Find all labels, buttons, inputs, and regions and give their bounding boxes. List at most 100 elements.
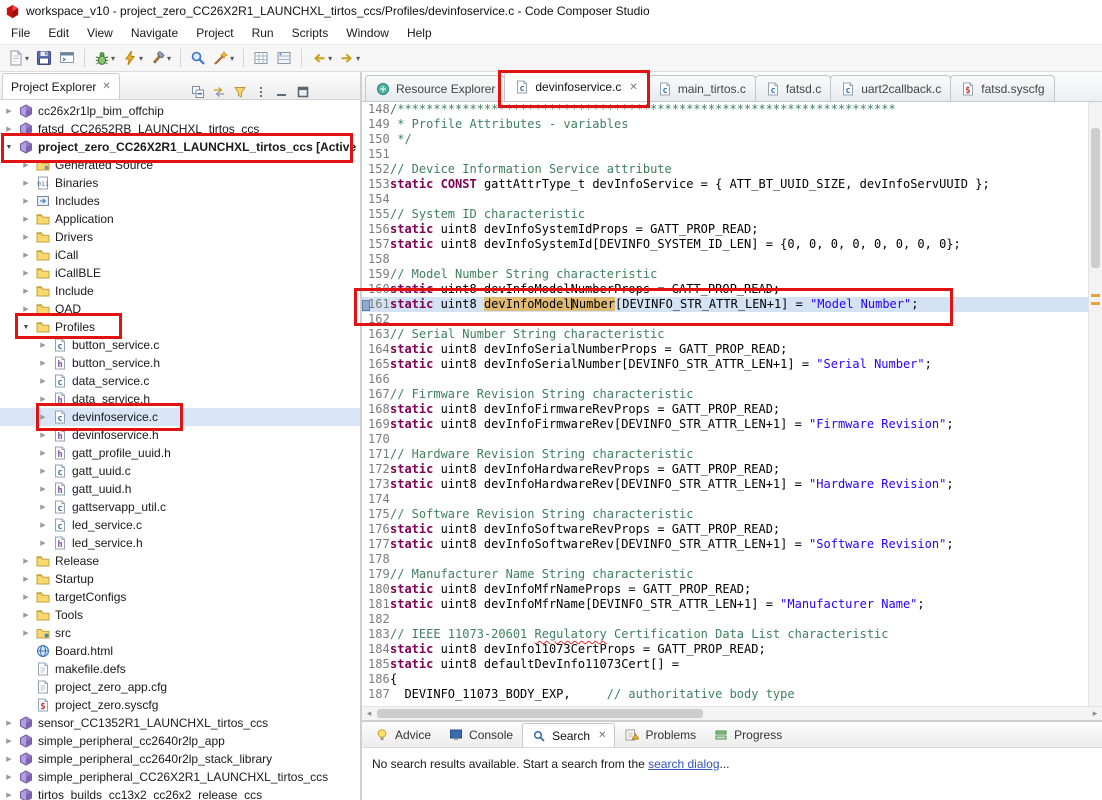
code-line-178[interactable]: 178 — [362, 552, 1088, 567]
collapsed-arrow-icon[interactable]: ▶ — [4, 773, 14, 781]
minimize-icon[interactable] — [275, 85, 289, 99]
tree-item-makefile-defs[interactable]: makefile.defs — [0, 660, 360, 678]
code-line-158[interactable]: 158 — [362, 252, 1088, 267]
code-line-181[interactable]: 181 static uint8 devInfoMfrName[DEVINFO_S… — [362, 597, 1088, 612]
collapse-all-icon[interactable] — [191, 85, 205, 99]
collapsed-arrow-icon[interactable]: ▶ — [21, 215, 31, 223]
tree-item-tools[interactable]: ▶ Tools — [0, 606, 360, 624]
tree-item-devinfoservice-c[interactable]: ▶ c devinfoservice.c — [0, 408, 360, 426]
registers-button[interactable] — [273, 46, 295, 70]
tree-item-data-service-c[interactable]: ▶ c data_service.c — [0, 372, 360, 390]
editor-tab-fatsd-c[interactable]: c fatsd.c — [754, 75, 832, 101]
dropdown-arrow-icon[interactable]: ▾ — [328, 54, 332, 63]
collapsed-arrow-icon[interactable]: ▶ — [38, 395, 48, 403]
code-line-182[interactable]: 182 — [362, 612, 1088, 627]
code-line-171[interactable]: 171// Hardware Revision String character… — [362, 447, 1088, 462]
search-dialog-link[interactable]: search dialog — [648, 757, 719, 771]
collapsed-arrow-icon[interactable]: ▶ — [38, 413, 48, 421]
tree-item-gatt-uuid-h[interactable]: ▶ h gatt_uuid.h — [0, 480, 360, 498]
code-line-150[interactable]: 150 */ — [362, 132, 1088, 147]
tree-item-gattservapp-util-c[interactable]: ▶ c gattservapp_util.c — [0, 498, 360, 516]
collapsed-arrow-icon[interactable]: ▶ — [4, 791, 14, 799]
tree-item-led-service-h[interactable]: ▶ h led_service.h — [0, 534, 360, 552]
code-line-184[interactable]: 184 static uint8 devInfo11073CertProps = … — [362, 642, 1088, 657]
close-icon[interactable]: ✕ — [598, 730, 606, 741]
tree-item-application[interactable]: ▶ Application — [0, 210, 360, 228]
code-line-163[interactable]: 163// Serial Number String characteristi… — [362, 327, 1088, 342]
tree-item-project-zero-app-cfg[interactable]: project_zero_app.cfg — [0, 678, 360, 696]
code-line-149[interactable]: 149 * Profile Attributes - variables — [362, 117, 1088, 132]
tree-item-simple-peripheral-cc26x2r1-launchxl-tirtos-ccs[interactable]: ▶ simple_peripheral_CC26X2R1_LAUNCHXL_tir… — [0, 768, 360, 786]
code-line-185[interactable]: 185 static uint8 defaultDevInfo11073Cert[… — [362, 657, 1088, 672]
expanded-arrow-icon[interactable]: ▼ — [21, 324, 31, 331]
tab-advice[interactable]: Advice — [366, 723, 439, 747]
code-line-180[interactable]: 180 static uint8 devInfoMfrNameProps = GA… — [362, 582, 1088, 597]
code-line-161[interactable]: 161 static uint8 devInfoModelNumber[DEVIN… — [362, 297, 1088, 312]
editor-tab-main-tirtos-c[interactable]: c main_tirtos.c — [646, 75, 756, 101]
tree-item-devinfoservice-h[interactable]: ▶ h devinfoservice.h — [0, 426, 360, 444]
tree-item-sensor-cc1352r1-launchxl-tirtos-ccs[interactable]: ▶ sensor_CC1352R1_LAUNCHXL_tirtos_ccs — [0, 714, 360, 732]
code-line-166[interactable]: 166 — [362, 372, 1088, 387]
collapsed-arrow-icon[interactable]: ▶ — [38, 503, 48, 511]
tree-item-fatsd-cc2652rb-launchxl-tirtos-ccs[interactable]: ▶ fatsd_CC2652RB_LAUNCHXL_tirtos_ccs — [0, 120, 360, 138]
menu-navigate[interactable]: Navigate — [122, 23, 187, 43]
forward-button[interactable]: ▾ — [336, 46, 363, 70]
code-line-175[interactable]: 175// Software Revision String character… — [362, 507, 1088, 522]
tree-item-src[interactable]: ▶ src — [0, 624, 360, 642]
collapsed-arrow-icon[interactable]: ▶ — [21, 269, 31, 277]
tree-item-button-service-h[interactable]: ▶ h button_service.h — [0, 354, 360, 372]
code-line-186[interactable]: 186{ — [362, 672, 1088, 687]
collapsed-arrow-icon[interactable]: ▶ — [38, 341, 48, 349]
collapsed-arrow-icon[interactable]: ▶ — [4, 107, 14, 115]
scroll-right-arrow-icon[interactable]: ▸ — [1088, 708, 1102, 719]
horizontal-scrollbar-thumb[interactable] — [377, 709, 703, 718]
collapsed-arrow-icon[interactable]: ▶ — [21, 557, 31, 565]
menu-scripts[interactable]: Scripts — [283, 23, 338, 43]
view-menu-icon[interactable] — [254, 85, 268, 99]
collapsed-arrow-icon[interactable]: ▶ — [21, 161, 31, 169]
menu-run[interactable]: Run — [243, 23, 283, 43]
tree-item-gatt-profile-uuid-h[interactable]: ▶ h gatt_profile_uuid.h — [0, 444, 360, 462]
tree-item-gatt-uuid-c[interactable]: ▶ c gatt_uuid.c — [0, 462, 360, 480]
close-icon[interactable]: ✕ — [102, 81, 110, 92]
project-explorer-tab[interactable]: Project Explorer ✕ — [2, 73, 120, 99]
tree-item-simple-peripheral-cc2640r2lp-app[interactable]: ▶ simple_peripheral_cc2640r2lp_app — [0, 732, 360, 750]
code-line-172[interactable]: 172 static uint8 devInfoHardwareRevProps … — [362, 462, 1088, 477]
editor-tab-fatsd-syscfg[interactable]: $ fatsd.syscfg — [950, 75, 1055, 101]
tree-item-tirtos-builds-cc13x2-cc26x2-release-ccs[interactable]: ▶ tirtos_builds_cc13x2_cc26x2_release_ccs — [0, 786, 360, 800]
collapsed-arrow-icon[interactable]: ▶ — [21, 251, 31, 259]
collapsed-arrow-icon[interactable]: ▶ — [21, 593, 31, 601]
code-editor[interactable]: 148/************************************… — [362, 102, 1088, 706]
collapsed-arrow-icon[interactable]: ▶ — [4, 755, 14, 763]
code-line-169[interactable]: 169 static uint8 devInfoFirmwareRev[DEVIN… — [362, 417, 1088, 432]
dropdown-arrow-icon[interactable]: ▾ — [111, 54, 115, 63]
collapsed-arrow-icon[interactable]: ▶ — [4, 737, 14, 745]
vertical-scrollbar-thumb[interactable] — [1091, 128, 1100, 268]
tree-item-simple-peripheral-cc2640r2lp-stack-library[interactable]: ▶ simple_peripheral_cc2640r2lp_stack_libr… — [0, 750, 360, 768]
collapsed-arrow-icon[interactable]: ▶ — [38, 359, 48, 367]
collapsed-arrow-icon[interactable]: ▶ — [21, 287, 31, 295]
collapsed-arrow-icon[interactable]: ▶ — [21, 233, 31, 241]
tree-item-includes[interactable]: ▶ Includes — [0, 192, 360, 210]
tree-item-project-zero-cc26x2r1-launchxl-tirtos-ccs-active[interactable]: ▼ project_zero_CC26X2R1_LAUNCHXL_tirtos_c… — [0, 138, 360, 156]
code-line-159[interactable]: 159// Model Number String characteristic — [362, 267, 1088, 282]
code-line-151[interactable]: 151 — [362, 147, 1088, 162]
tree-item-generated-source[interactable]: ▶ Generated Source — [0, 156, 360, 174]
collapsed-arrow-icon[interactable]: ▶ — [4, 719, 14, 727]
code-line-153[interactable]: 153 static CONST gattAttrType_t devInfoSe… — [362, 177, 1088, 192]
dropdown-arrow-icon[interactable]: ▾ — [167, 54, 171, 63]
code-line-156[interactable]: 156 static uint8 devInfoSystemIdProps = G… — [362, 222, 1088, 237]
collapsed-arrow-icon[interactable]: ▶ — [38, 467, 48, 475]
tab-console[interactable]: Console — [440, 723, 521, 747]
collapsed-arrow-icon[interactable]: ▶ — [21, 611, 31, 619]
memory-button[interactable] — [250, 46, 272, 70]
tree-item-oad[interactable]: ▶ OAD — [0, 300, 360, 318]
debug-button[interactable]: ▾ — [91, 46, 118, 70]
dropdown-arrow-icon[interactable]: ▾ — [25, 54, 29, 63]
tab-problems[interactable]: Problems — [616, 723, 704, 747]
collapsed-arrow-icon[interactable]: ▶ — [38, 431, 48, 439]
tree-item-icall[interactable]: ▶ iCall — [0, 246, 360, 264]
tree-item-button-service-c[interactable]: ▶ c button_service.c — [0, 336, 360, 354]
tree-item-icallble[interactable]: ▶ iCallBLE — [0, 264, 360, 282]
tree-item-profiles[interactable]: ▼ Profiles — [0, 318, 360, 336]
